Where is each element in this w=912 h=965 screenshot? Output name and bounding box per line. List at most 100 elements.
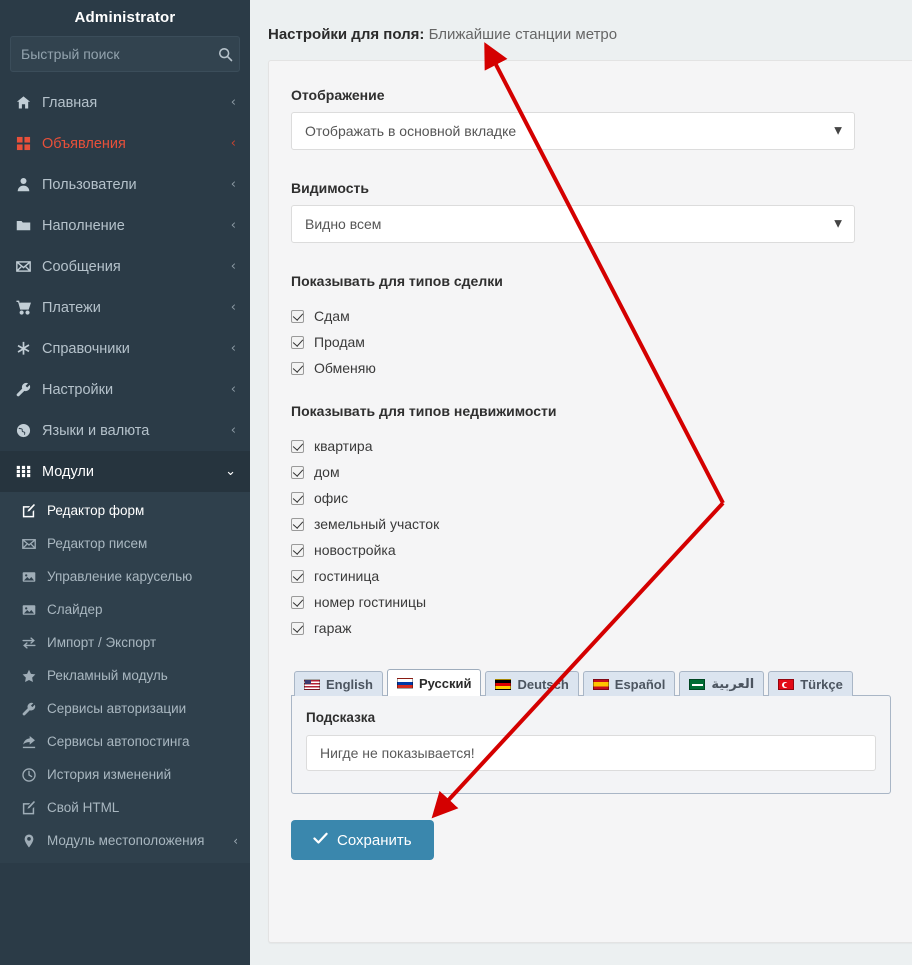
sidebar-item-настройки[interactable]: Настройки ‹ — [0, 369, 250, 410]
sidebar-item-справочники[interactable]: Справочники ‹ — [0, 328, 250, 369]
sidebar-item-языки-и-валюта[interactable]: Языки и валюта ‹ — [0, 410, 250, 451]
sidebar-subitem-редактор-писем[interactable]: Редактор писем — [0, 527, 250, 560]
checkbox-row-гараж[interactable]: гараж — [291, 615, 912, 641]
sidebar-subitem-слайдер[interactable]: Слайдер — [0, 593, 250, 626]
hint-input[interactable] — [306, 735, 876, 771]
save-button[interactable]: Сохранить — [291, 820, 434, 860]
flag-tr-icon — [778, 678, 795, 690]
screen: Administrator Главная ‹ Объявления ‹ Пол… — [0, 0, 912, 965]
flag-ru-icon — [396, 677, 413, 689]
chevron-left-icon: ‹ — [230, 300, 236, 315]
sidebar-subitem-label: Сервисы автопостинга — [47, 734, 190, 749]
sidebar-subitem-редактор-форм[interactable]: Редактор форм — [0, 494, 250, 527]
sidebar-item-модули[interactable]: Модули ⌄ — [0, 451, 250, 492]
checkbox-label: гараж — [314, 620, 352, 636]
sidebar-subitem-label: Слайдер — [47, 602, 103, 617]
checkbox-продам[interactable] — [291, 335, 304, 349]
check-icon — [313, 832, 328, 849]
checkbox-row-офис[interactable]: офис — [291, 485, 912, 511]
checkbox-row-новостройка[interactable]: новостройка — [291, 537, 912, 563]
settings-panel: Отображение Отображать в основной вкладк… — [268, 60, 912, 943]
sidebar-subitem-модуль-местоположения[interactable]: Модуль местоположения ‹ — [0, 824, 250, 857]
checkbox-row-обменяю[interactable]: Обменяю — [291, 355, 912, 381]
edit-square-icon — [22, 800, 47, 815]
envelope-icon — [16, 259, 42, 274]
chevron-down-icon: ⌄ — [225, 464, 236, 479]
language-tabs: English Русский Deutsch Español العربية … — [291, 669, 912, 696]
checkbox-row-продам[interactable]: Продам — [291, 329, 912, 355]
sidebar-subitem-импорт-экспорт[interactable]: Импорт / Экспорт — [0, 626, 250, 659]
star-icon — [22, 669, 47, 683]
tab-lang-de[interactable]: Deutsch — [485, 671, 579, 696]
exchange-icon — [22, 636, 47, 650]
checkbox-row-номер-гостиницы[interactable]: номер гостиницы — [291, 589, 912, 615]
sidebar-item-пользователи[interactable]: Пользователи ‹ — [0, 164, 250, 205]
sidebar-item-label: Модули — [42, 463, 94, 480]
sidebar-item-платежи[interactable]: Платежи ‹ — [0, 287, 250, 328]
sidebar-subitem-свой-html[interactable]: Свой HTML — [0, 791, 250, 824]
display-select-value: Отображать в основной вкладке — [305, 123, 517, 139]
hint-label: Подсказка — [306, 710, 376, 725]
sidebar-item-объявления[interactable]: Объявления ‹ — [0, 123, 250, 164]
wrench-icon — [22, 702, 47, 716]
sidebar-subitem-управление-каруселью[interactable]: Управление каруселью — [0, 560, 250, 593]
checkbox-row-дом[interactable]: дом — [291, 459, 912, 485]
main-content: Настройки для поля: Ближайшие станции ме… — [250, 0, 912, 965]
checkbox-номер-гостиницы[interactable] — [291, 595, 304, 609]
language-tab-panel: Подсказка — [291, 695, 891, 794]
checkbox-row-гостиница[interactable]: гостиница — [291, 563, 912, 589]
search-input[interactable] — [11, 46, 212, 62]
display-select[interactable]: Отображать в основной вкладке ▼ — [291, 112, 855, 150]
checkbox-земельный-участок[interactable] — [291, 517, 304, 531]
chevron-left-icon: ‹ — [230, 341, 236, 356]
sidebar-item-label: Настройки — [42, 381, 114, 398]
checkbox-дом[interactable] — [291, 465, 304, 479]
chevron-down-icon: ▼ — [834, 218, 842, 230]
tab-lang-tr[interactable]: Türkçe — [768, 671, 853, 696]
tab-label: English — [326, 676, 373, 692]
quick-search-box[interactable] — [10, 36, 240, 72]
checkbox-сдам[interactable] — [291, 309, 304, 323]
checkbox-квартира[interactable] — [291, 439, 304, 453]
chevron-left-icon: ‹ — [230, 95, 236, 110]
checkbox-label: Обменяю — [314, 360, 376, 376]
sidebar-subitem-label: История изменений — [47, 767, 172, 782]
sidebar-subitem-label: Редактор форм — [47, 503, 145, 518]
sidebar-item-наполнение[interactable]: Наполнение ‹ — [0, 205, 250, 246]
tab-label: Deutsch — [517, 676, 569, 692]
checkbox-обменяю[interactable] — [291, 361, 304, 375]
page-title: Настройки для поля: Ближайшие станции ме… — [250, 0, 912, 43]
checkbox-офис[interactable] — [291, 491, 304, 505]
sidebar-subitem-label: Рекламный модуль — [47, 668, 168, 683]
user-icon — [16, 177, 42, 192]
tab-lang-sa[interactable]: العربية — [679, 671, 765, 696]
sidebar-subitem-история-изменений[interactable]: История изменений — [0, 758, 250, 791]
checkbox-гостиница[interactable] — [291, 569, 304, 583]
checkbox-row-сдам[interactable]: Сдам — [291, 303, 912, 329]
tab-lang-es[interactable]: Español — [582, 671, 676, 696]
tab-lang-ru[interactable]: Русский — [386, 669, 482, 696]
checkbox-новостройка[interactable] — [291, 543, 304, 557]
sidebar-item-сообщения[interactable]: Сообщения ‹ — [0, 246, 250, 287]
tab-lang-us[interactable]: English — [294, 671, 383, 696]
checkbox-гараж[interactable] — [291, 621, 304, 635]
save-button-label: Сохранить — [337, 831, 412, 849]
checkbox-row-земельный-участок[interactable]: земельный участок — [291, 511, 912, 537]
sidebar-subitem-сервисы-автопостинга[interactable]: Сервисы автопостинга — [0, 725, 250, 758]
sidebar-subitem-label: Редактор писем — [47, 536, 148, 551]
map-pin-icon — [22, 834, 47, 848]
sidebar-subitem-сервисы-авторизации[interactable]: Сервисы авторизации — [0, 692, 250, 725]
sidebar: Administrator Главная ‹ Объявления ‹ Пол… — [0, 0, 250, 965]
checkbox-label: гостиница — [314, 568, 380, 584]
folder-icon — [16, 218, 42, 233]
clock-icon — [22, 767, 47, 782]
sidebar-item-главная[interactable]: Главная ‹ — [0, 82, 250, 123]
visibility-select[interactable]: Видно всем ▼ — [291, 205, 855, 243]
sidebar-subitem-рекламный-модуль[interactable]: Рекламный модуль — [0, 659, 250, 692]
sidebar-title: Administrator — [74, 9, 176, 26]
checkbox-label: земельный участок — [314, 516, 440, 532]
checkbox-label: офис — [314, 490, 349, 506]
sidebar-item-label: Главная — [42, 94, 98, 111]
checkbox-row-квартира[interactable]: квартира — [291, 433, 912, 459]
flag-de-icon — [495, 678, 512, 690]
